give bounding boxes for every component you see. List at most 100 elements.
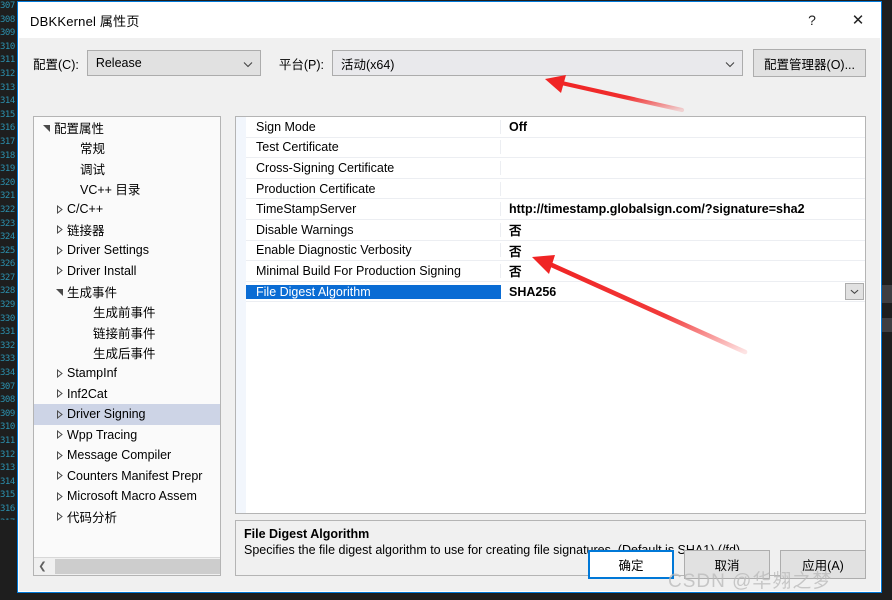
tree-item-label: 生成事件 <box>67 285 118 300</box>
tree-item-label: 常规 <box>80 142 106 157</box>
tree-item-4[interactable]: C/C++ <box>34 199 220 220</box>
property-row[interactable]: Production Certificate <box>246 179 865 200</box>
tree-item-1[interactable]: 常规 <box>34 138 220 159</box>
tree-item-label: 代码分析 <box>67 511 118 526</box>
tree-item-label: 链接前事件 <box>93 326 156 341</box>
property-row[interactable]: Enable Diagnostic Verbosity 否 <box>246 241 865 262</box>
property-name: File Digest Algorithm <box>246 284 501 299</box>
tree-item-11[interactable]: 生成后事件 <box>34 343 220 364</box>
settings-tree-panel: 配置属性常规 调试 VC++ 目录 C/C++ 链接器 Driver Settings Dr… <box>33 116 221 576</box>
property-row[interactable]: Cross-Signing Certificate <box>246 158 865 179</box>
tree-item-label: StampInf <box>67 366 118 381</box>
tree-item-18[interactable]: Microsoft Macro Assem <box>34 486 220 507</box>
property-value[interactable]: 否 <box>501 220 865 239</box>
scrollbar-thumb[interactable] <box>55 559 220 574</box>
triangle-right-icon[interactable] <box>53 204 66 214</box>
tree-item-10[interactable]: 链接前事件 <box>34 322 220 343</box>
description-title: File Digest Algorithm <box>244 527 370 541</box>
triangle-right-icon[interactable] <box>53 512 66 522</box>
tree-item-19[interactable]: 代码分析 <box>34 507 220 528</box>
tree-item-17[interactable]: Counters Manifest Prepr <box>34 466 220 487</box>
property-name: Production Certificate <box>246 181 501 196</box>
triangle-right-icon[interactable] <box>53 266 66 276</box>
property-row[interactable]: Disable Warnings 否 <box>246 220 865 241</box>
triangle-right-icon[interactable] <box>53 430 66 440</box>
property-pages-dialog: DBKKernel 属性页 ? ✕ 配置(C): Release 平台(P): … <box>17 1 882 593</box>
property-value[interactable]: 否 <box>501 241 865 260</box>
property-value[interactable]: 否 <box>501 261 865 280</box>
property-row[interactable]: Test Certificate <box>246 138 865 159</box>
tree-item-9[interactable]: 生成前事件 <box>34 302 220 323</box>
settings-tree[interactable]: 配置属性常规 调试 VC++ 目录 C/C++ 链接器 Driver Settings Dr… <box>34 117 220 557</box>
editor-line-numbers: 307 308 309 310 311 312 313 314 315 316 317 318 319 3… <box>0 1 15 600</box>
triangle-right-icon[interactable] <box>53 471 66 481</box>
dialog-body: 配置(C): Release 平台(P): 活动(x64) 配置管理器(O)..… <box>19 38 880 591</box>
property-name: TimeStampServer <box>246 202 501 217</box>
triangle-right-icon[interactable] <box>53 368 66 378</box>
property-name: Test Certificate <box>246 140 501 155</box>
property-grid-panel: Sign Mode Off Test Certificate Cross-Signin… <box>235 116 866 514</box>
property-row[interactable]: Minimal Build For Production Signing 否 <box>246 261 865 282</box>
configuration-manager-button[interactable]: 配置管理器(O)... <box>753 49 866 77</box>
help-icon[interactable]: ? <box>789 2 835 38</box>
tree-item-label: Driver Settings <box>67 243 149 258</box>
editor-scroll-marker-1 <box>882 285 892 303</box>
triangle-right-icon[interactable] <box>53 450 66 460</box>
ok-button[interactable]: 确定 <box>588 550 674 579</box>
tree-item-label: Wpp Tracing <box>67 427 138 442</box>
chevron-down-icon <box>243 59 253 68</box>
close-icon[interactable]: ✕ <box>835 2 881 38</box>
triangle-right-icon[interactable] <box>53 225 66 235</box>
tree-item-0[interactable]: 配置属性 <box>34 117 220 138</box>
apply-button[interactable]: 应用(A) <box>780 550 866 579</box>
triangle-right-icon[interactable] <box>53 245 66 255</box>
configuration-label: 配置(C): <box>33 57 79 72</box>
property-name: Sign Mode <box>246 119 501 134</box>
tree-item-label: Counters Manifest Prepr <box>67 468 203 483</box>
tree-item-label: Driver Install <box>67 263 137 278</box>
platform-dropdown[interactable]: 活动(x64) <box>331 50 744 76</box>
property-row[interactable]: File Digest Algorithm SHA256 <box>246 281 865 303</box>
property-row[interactable]: TimeStampServer http://timestamp.globalsi… <box>246 199 865 220</box>
property-value[interactable]: SHA256 <box>501 285 865 299</box>
tree-item-13[interactable]: Inf2Cat <box>34 384 220 405</box>
property-grid-rows[interactable]: Sign Mode Off Test Certificate Cross-Signin… <box>246 117 865 303</box>
tree-item-label: Driver Signing <box>67 407 146 422</box>
tree-item-5[interactable]: 链接器 <box>34 220 220 241</box>
property-name: Disable Warnings <box>246 222 501 237</box>
tree-item-8[interactable]: 生成事件 <box>34 281 220 302</box>
triangle-right-icon[interactable] <box>53 491 66 501</box>
tree-item-label: Inf2Cat <box>67 386 108 401</box>
property-name: Enable Diagnostic Verbosity <box>246 243 501 258</box>
tree-item-6[interactable]: Driver Settings <box>34 240 220 261</box>
tree-item-14[interactable]: Driver Signing <box>34 404 220 425</box>
tree-item-label: 生成前事件 <box>93 306 156 321</box>
tree-item-2[interactable]: 调试 <box>34 158 220 179</box>
value-dropdown-chevron-icon[interactable] <box>845 282 864 300</box>
tree-item-3[interactable]: VC++ 目录 <box>34 179 220 200</box>
property-name: Cross-Signing Certificate <box>246 160 501 175</box>
cancel-button[interactable]: 取消 <box>684 550 770 579</box>
editor-lower-area <box>0 520 16 600</box>
property-value[interactable]: Off <box>501 120 865 134</box>
tree-horizontal-scrollbar[interactable]: ❮ ❯ <box>34 557 220 575</box>
tree-item-label: 生成后事件 <box>93 347 156 362</box>
tree-item-12[interactable]: StampInf <box>34 363 220 384</box>
tree-item-7[interactable]: Driver Install <box>34 261 220 282</box>
editor-scroll-marker-2 <box>882 318 892 332</box>
editor-right-strip <box>882 0 892 600</box>
scroll-left-icon[interactable]: ❮ <box>34 558 51 575</box>
tree-item-15[interactable]: Wpp Tracing <box>34 425 220 446</box>
triangle-right-icon[interactable] <box>53 409 66 419</box>
configuration-dropdown[interactable]: Release <box>86 50 261 76</box>
scrollbar-track[interactable] <box>51 558 220 575</box>
chevron-down-icon <box>725 59 735 68</box>
triangle-down-icon[interactable] <box>53 287 66 296</box>
triangle-right-icon[interactable] <box>53 389 66 399</box>
platform-value: 活动(x64) <box>340 57 395 72</box>
property-row[interactable]: Sign Mode Off <box>246 117 865 138</box>
triangle-down-icon[interactable] <box>40 123 53 132</box>
tree-item-16[interactable]: Message Compiler <box>34 445 220 466</box>
configuration-bar: 配置(C): Release 平台(P): 活动(x64) 配置管理器(O)..… <box>19 38 880 88</box>
property-value[interactable]: http://timestamp.globalsign.com/?signatu… <box>501 202 865 216</box>
